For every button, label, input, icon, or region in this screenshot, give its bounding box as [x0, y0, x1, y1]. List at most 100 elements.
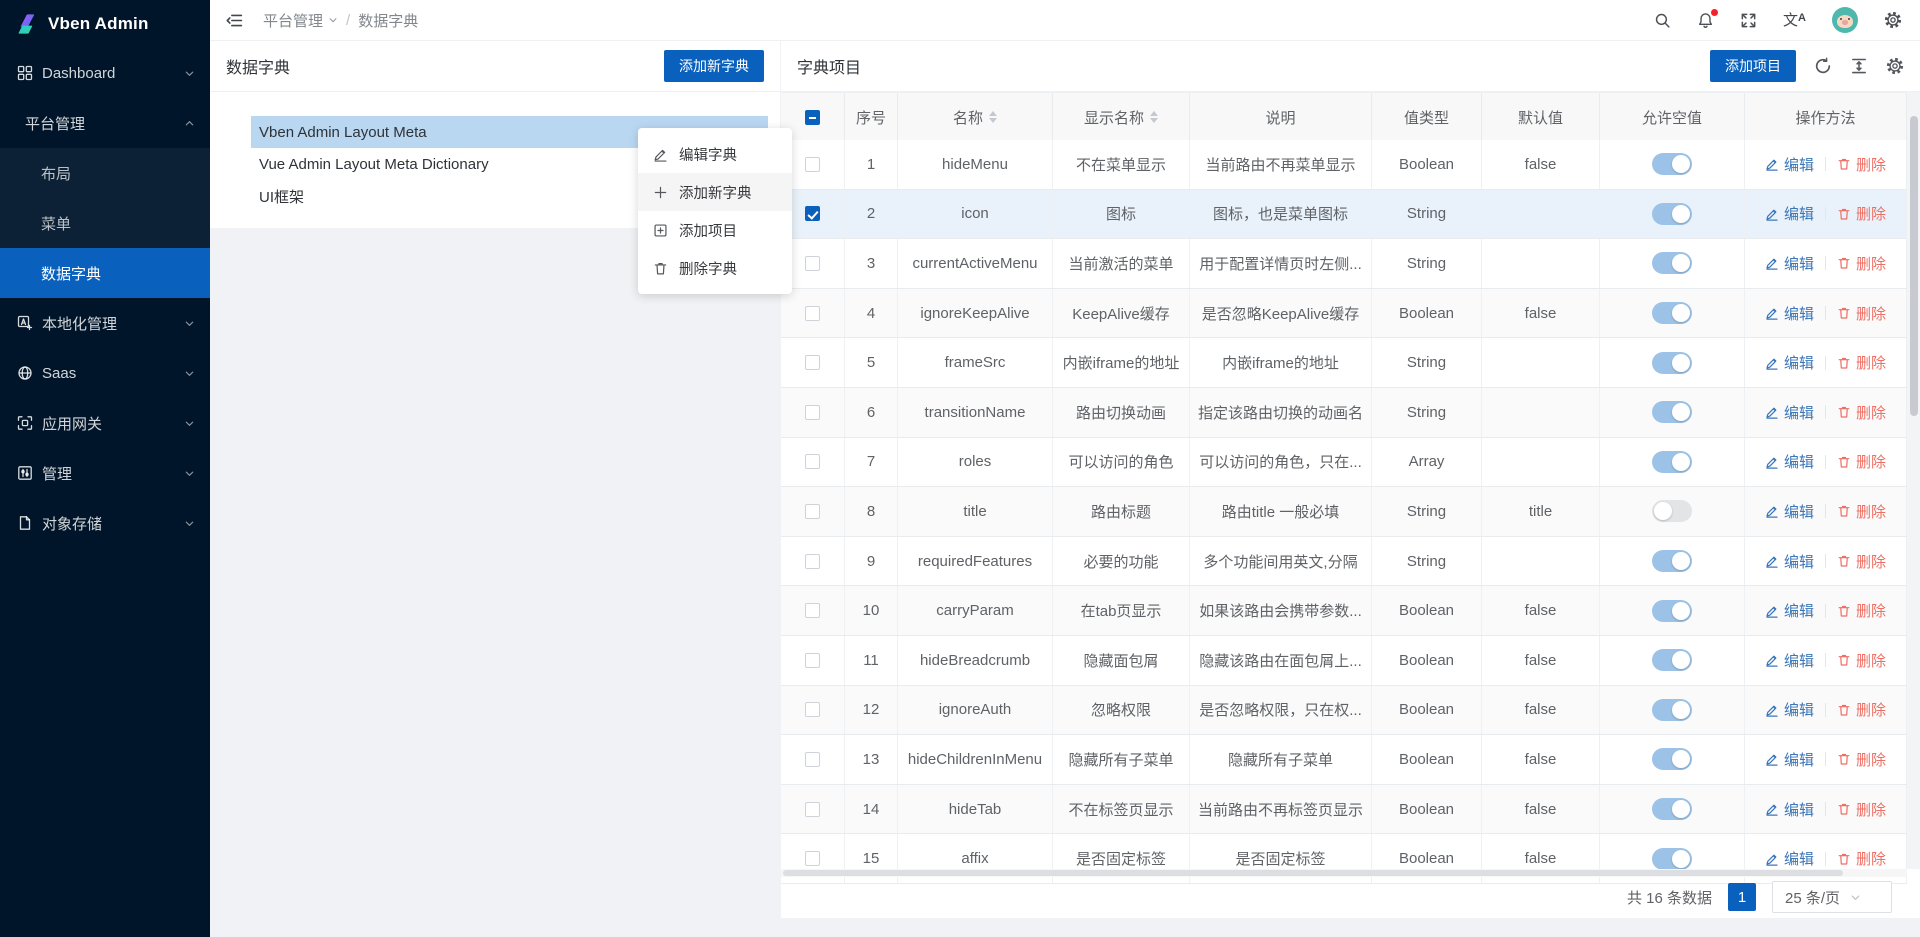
edit-button[interactable]: 编辑	[1765, 551, 1814, 572]
row-checkbox[interactable]	[805, 851, 820, 866]
edit-button[interactable]: 编辑	[1765, 799, 1814, 820]
allow-empty-toggle[interactable]	[1652, 203, 1692, 225]
settings-icon[interactable]	[1886, 57, 1904, 75]
allow-empty-toggle[interactable]	[1652, 252, 1692, 274]
table-row[interactable]: 8title路由标题路由title 一般必填Stringtitle编辑删除	[781, 487, 1907, 537]
table-row[interactable]: 7roles可以访问的角色可以访问的角色，只在...Array编辑删除	[781, 438, 1907, 488]
allow-empty-toggle[interactable]	[1652, 500, 1692, 522]
edit-button[interactable]: 编辑	[1765, 699, 1814, 720]
add-dict-button[interactable]: 添加新字典	[664, 50, 764, 82]
refresh-icon[interactable]	[1814, 57, 1832, 75]
sidebar-item-layout[interactable]: 布局	[0, 148, 210, 198]
sidebar-item-platform-management[interactable]: 平台管理	[0, 98, 210, 148]
allow-empty-toggle[interactable]	[1652, 302, 1692, 324]
edit-button[interactable]: 编辑	[1765, 203, 1814, 224]
edit-button[interactable]: 编辑	[1765, 402, 1814, 423]
sidebar-item-app-gateway[interactable]: 应用网关	[0, 398, 210, 448]
table-row[interactable]: 2icon图标图标，也是菜单图标String编辑删除	[781, 190, 1907, 240]
menu-fold-icon[interactable]	[226, 12, 243, 29]
fullscreen-icon[interactable]	[1740, 12, 1757, 29]
row-checkbox[interactable]	[805, 405, 820, 420]
delete-button[interactable]: 删除	[1837, 501, 1886, 522]
table-row[interactable]: 1hideMenu不在菜单显示当前路由不再菜单显示Booleanfalse编辑删…	[781, 140, 1907, 190]
header-cell-name[interactable]: 名称	[898, 93, 1053, 141]
row-checkbox[interactable]	[805, 554, 820, 569]
row-checkbox[interactable]	[805, 355, 820, 370]
edit-button[interactable]: 编辑	[1765, 650, 1814, 671]
row-checkbox[interactable]	[805, 306, 820, 321]
sidebar-item-object-storage[interactable]: 对象存储	[0, 498, 210, 548]
edit-button[interactable]: 编辑	[1765, 253, 1814, 274]
allow-empty-toggle[interactable]	[1652, 798, 1692, 820]
allow-empty-toggle[interactable]	[1652, 352, 1692, 374]
add-item-button[interactable]: 添加项目	[1710, 50, 1796, 82]
delete-button[interactable]: 删除	[1837, 203, 1886, 224]
row-checkbox[interactable]	[805, 454, 820, 469]
sidebar-item-data-dictionary[interactable]: 数据字典	[0, 248, 210, 298]
table-row[interactable]: 12ignoreAuth忽略权限是否忽略权限，只在权...Booleanfals…	[781, 686, 1907, 736]
breadcrumb-item-data-dictionary[interactable]: 数据字典	[358, 10, 418, 31]
row-checkbox[interactable]	[805, 504, 820, 519]
sidebar-item-localization[interactable]: 本地化管理	[0, 298, 210, 348]
translate-icon[interactable]: 文A	[1783, 13, 1806, 28]
delete-button[interactable]: 删除	[1837, 451, 1886, 472]
edit-button[interactable]: 编辑	[1765, 303, 1814, 324]
context-menu-item-add-item[interactable]: 添加项目	[638, 211, 792, 249]
edit-button[interactable]: 编辑	[1765, 501, 1814, 522]
row-checkbox[interactable]	[805, 157, 820, 172]
row-checkbox[interactable]	[805, 603, 820, 618]
edit-button[interactable]: 编辑	[1765, 451, 1814, 472]
header-cell-display[interactable]: 显示名称	[1053, 93, 1190, 141]
row-checkbox[interactable]	[805, 653, 820, 668]
row-checkbox[interactable]	[805, 206, 820, 221]
context-menu-item-delete-dict[interactable]: 删除字典	[638, 249, 792, 287]
allow-empty-toggle[interactable]	[1652, 550, 1692, 572]
delete-button[interactable]: 删除	[1837, 699, 1886, 720]
table-row[interactable]: 4ignoreKeepAliveKeepAlive缓存是否忽略KeepAlive…	[781, 289, 1907, 339]
context-menu-item-add-new-dict[interactable]: 添加新字典	[638, 173, 792, 211]
table-row[interactable]: 13hideChildrenInMenu隐藏所有子菜单隐藏所有子菜单Boolea…	[781, 735, 1907, 785]
column-height-icon[interactable]	[1850, 57, 1868, 75]
allow-empty-toggle[interactable]	[1652, 153, 1692, 175]
table-row[interactable]: 14hideTab不在标签页显示当前路由不再标签页显示Booleanfalse编…	[781, 785, 1907, 835]
delete-button[interactable]: 删除	[1837, 749, 1886, 770]
allow-empty-toggle[interactable]	[1652, 401, 1692, 423]
delete-button[interactable]: 删除	[1837, 848, 1886, 869]
row-checkbox[interactable]	[805, 752, 820, 767]
sidebar-item-saas[interactable]: Saas	[0, 348, 210, 398]
breadcrumb-item-platform[interactable]: 平台管理	[263, 10, 338, 31]
row-checkbox[interactable]	[805, 802, 820, 817]
table-row[interactable]: 5frameSrc内嵌iframe的地址内嵌iframe的地址String编辑删…	[781, 338, 1907, 388]
edit-button[interactable]: 编辑	[1765, 154, 1814, 175]
delete-button[interactable]: 删除	[1837, 551, 1886, 572]
row-checkbox[interactable]	[805, 256, 820, 271]
row-checkbox[interactable]	[805, 702, 820, 717]
logo[interactable]: Vben Admin	[0, 0, 210, 48]
horizontal-scrollbar-thumb[interactable]	[783, 870, 1843, 876]
allow-empty-toggle[interactable]	[1652, 649, 1692, 671]
table-row[interactable]: 9requiredFeatures必要的功能多个功能间用英文,分隔String编…	[781, 537, 1907, 587]
horizontal-scrollbar[interactable]	[781, 869, 1907, 877]
search-icon[interactable]	[1654, 12, 1671, 29]
edit-button[interactable]: 编辑	[1765, 749, 1814, 770]
vertical-scrollbar[interactable]	[1907, 92, 1920, 869]
settings-icon[interactable]	[1884, 11, 1902, 29]
context-menu-item-edit-dict[interactable]: 编辑字典	[638, 135, 792, 173]
delete-button[interactable]: 删除	[1837, 352, 1886, 373]
table-row[interactable]: 6transitionName路由切换动画指定该路由切换的动画名String编辑…	[781, 388, 1907, 438]
vertical-scrollbar-thumb[interactable]	[1910, 116, 1918, 416]
allow-empty-toggle[interactable]	[1652, 699, 1692, 721]
delete-button[interactable]: 删除	[1837, 303, 1886, 324]
page-button[interactable]: 1	[1728, 883, 1756, 911]
delete-button[interactable]: 删除	[1837, 650, 1886, 671]
edit-button[interactable]: 编辑	[1765, 848, 1814, 869]
allow-empty-toggle[interactable]	[1652, 451, 1692, 473]
sort-caret-icon[interactable]	[1150, 111, 1158, 123]
delete-button[interactable]: 删除	[1837, 154, 1886, 175]
select-all-checkbox[interactable]	[805, 110, 820, 125]
table-row[interactable]: 3currentActiveMenu当前激活的菜单用于配置详情页时左侧...St…	[781, 239, 1907, 289]
bell-icon[interactable]	[1697, 12, 1714, 29]
table-row[interactable]: 10carryParam在tab页显示如果该路由会携带参数...Booleanf…	[781, 586, 1907, 636]
table-row[interactable]: 11hideBreadcrumb隐藏面包屑隐藏该路由在面包屑上...Boolea…	[781, 636, 1907, 686]
delete-button[interactable]: 删除	[1837, 600, 1886, 621]
